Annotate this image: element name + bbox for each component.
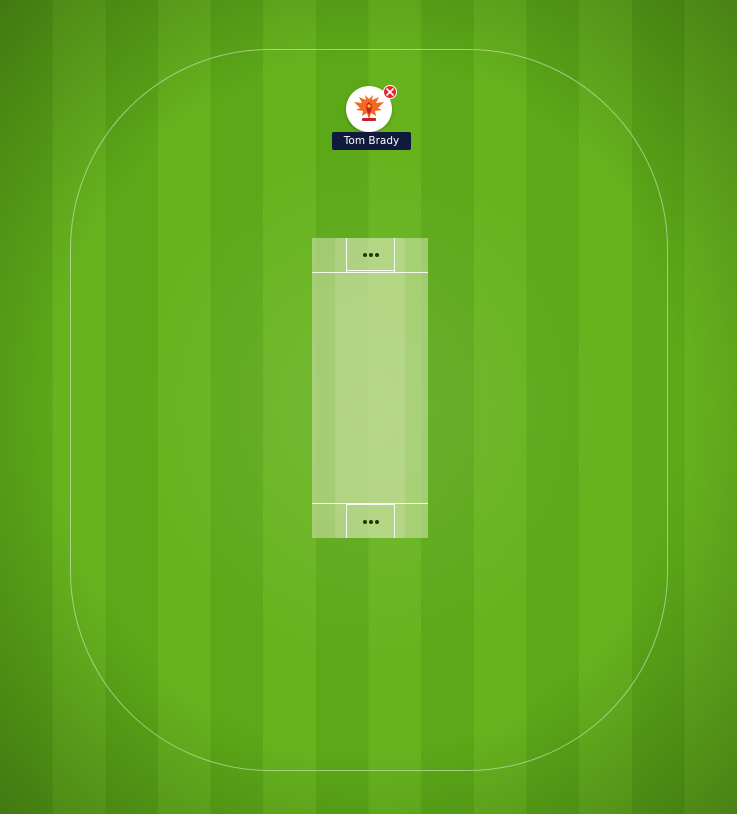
stumps-top [363, 253, 379, 257]
stump [369, 520, 373, 524]
player-name-tag: Tom Brady [332, 132, 411, 150]
return-crease-right [394, 238, 395, 272]
remove-player-button[interactable] [383, 85, 397, 99]
stump [363, 520, 367, 524]
stump [369, 253, 373, 257]
return-crease-left [346, 504, 347, 538]
return-crease-left [346, 238, 347, 272]
top-crease [312, 238, 428, 273]
pitch-center-strip [335, 238, 405, 538]
team-logo-icon [354, 95, 384, 121]
player-marker[interactable]: Tom Brady [332, 85, 412, 150]
stump [363, 253, 367, 257]
bottom-crease [312, 503, 428, 538]
close-icon [386, 88, 394, 96]
cricket-field: Tom Brady [0, 0, 737, 814]
stump [375, 253, 379, 257]
stumps-bottom [363, 520, 379, 524]
return-crease-right [394, 504, 395, 538]
bowling-crease [346, 270, 394, 271]
cricket-pitch [312, 238, 428, 538]
bowling-crease [346, 504, 394, 505]
stump [375, 520, 379, 524]
